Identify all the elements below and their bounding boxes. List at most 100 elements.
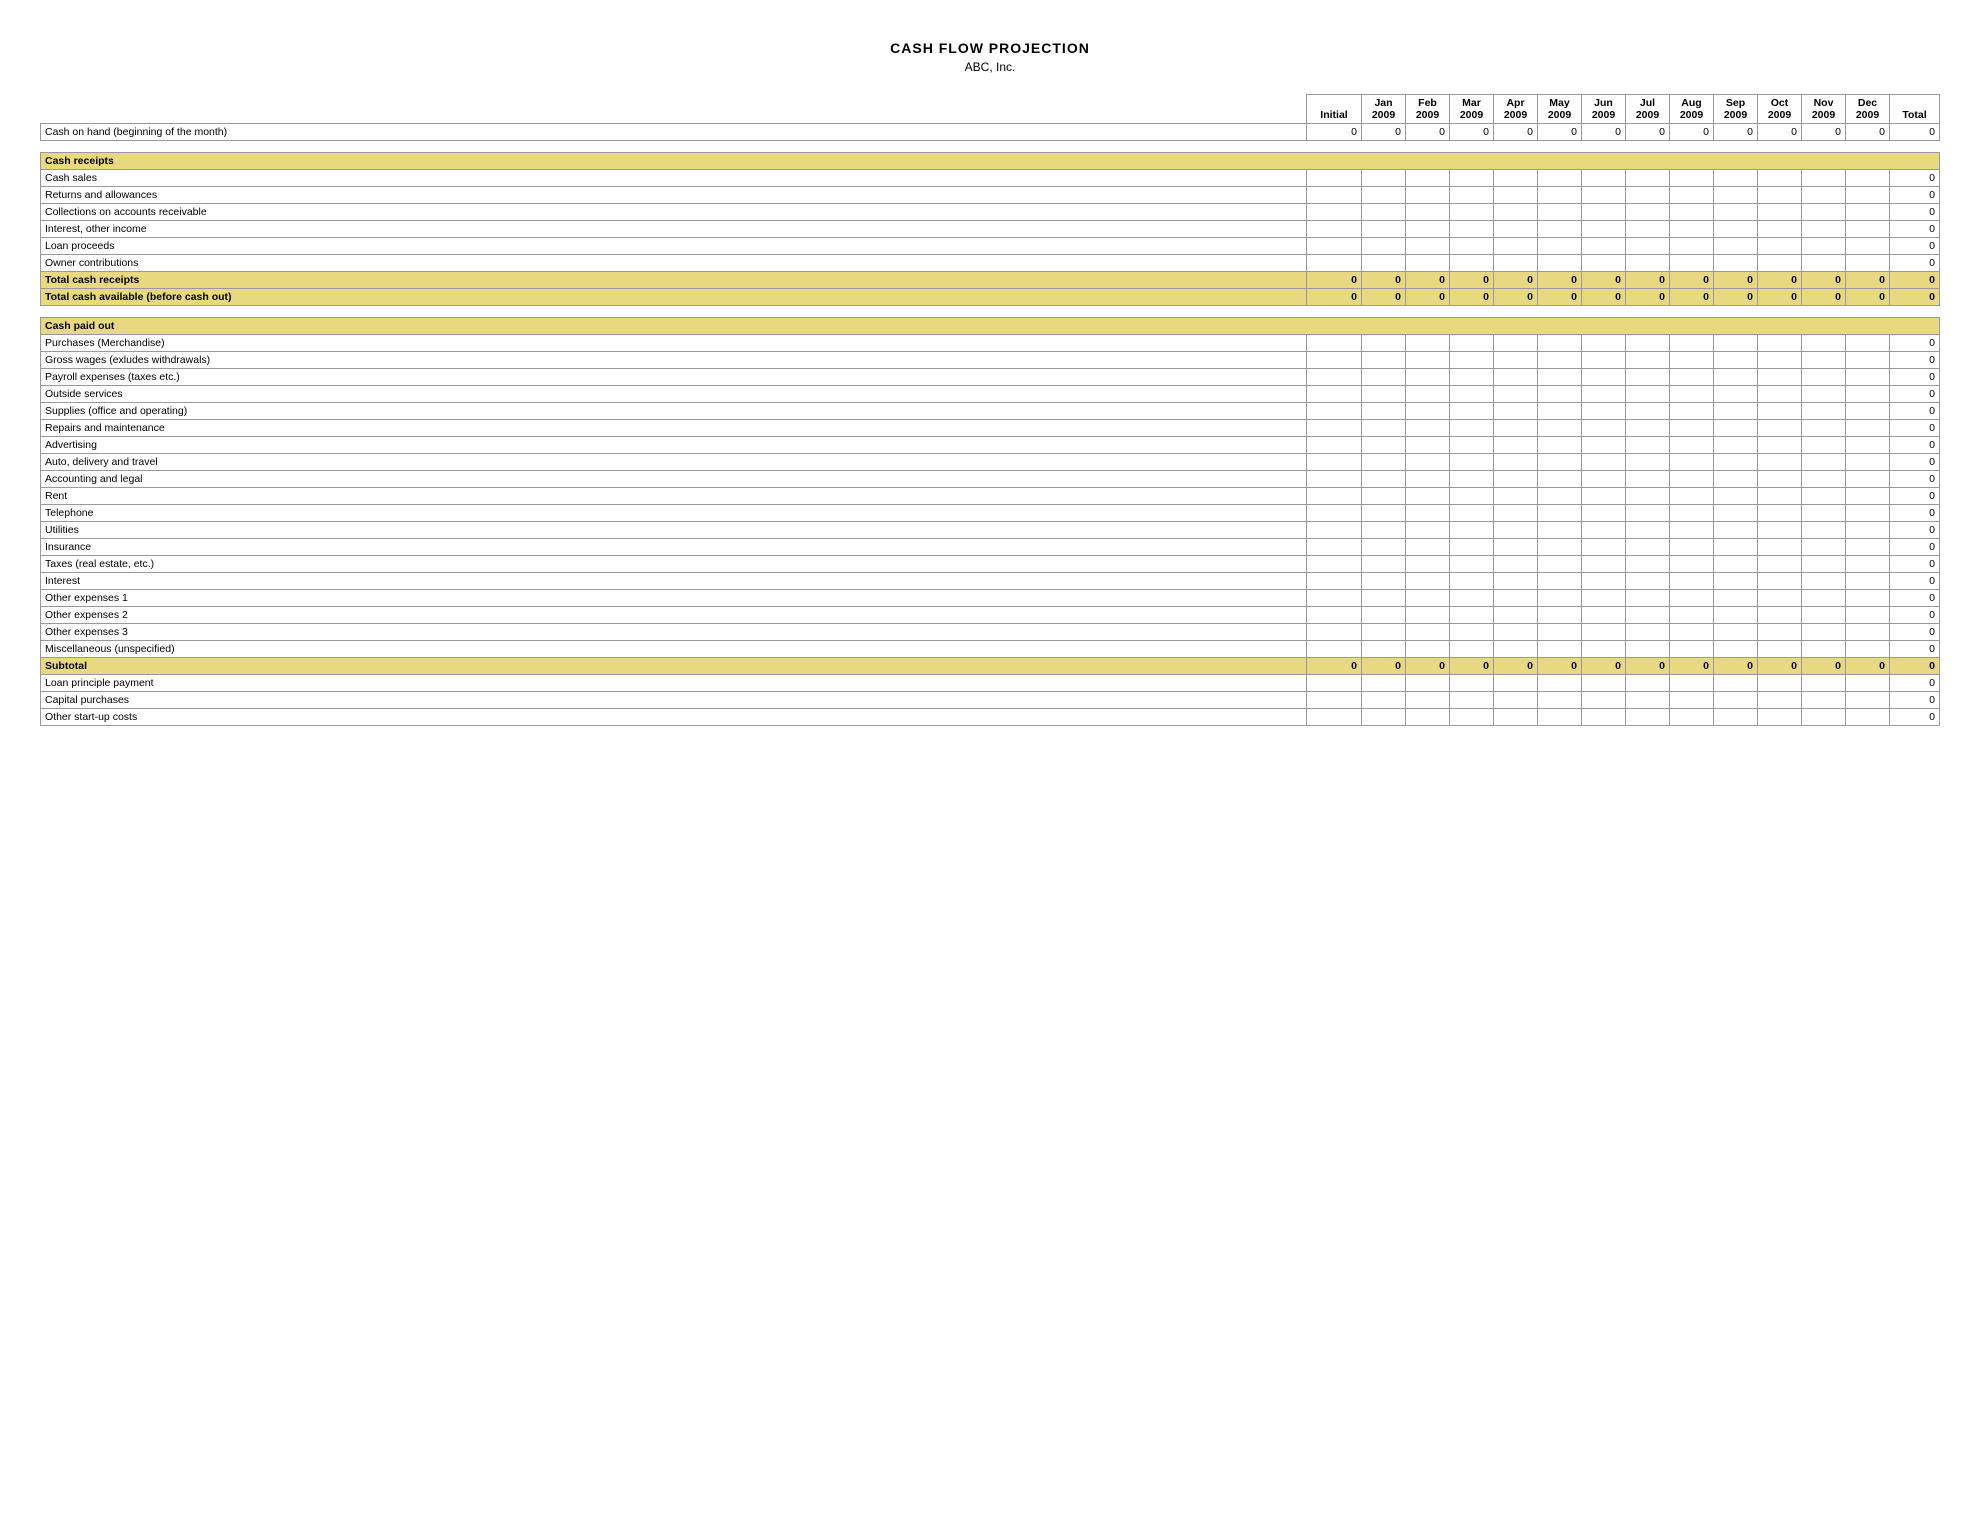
interest-total[interactable]: 0: [1890, 573, 1940, 590]
advertising-label: Advertising: [41, 437, 1307, 454]
other-exp1-label: Other expenses 1: [41, 590, 1307, 607]
total-receipts-initial[interactable]: 0: [1307, 272, 1362, 289]
misc-row: Miscellaneous (unspecified) 0: [41, 641, 1940, 658]
gross-wages-total[interactable]: 0: [1890, 352, 1940, 369]
jan-col-header: Jan2009: [1362, 95, 1406, 124]
cash-sales-label: Cash sales: [41, 170, 1307, 187]
initial-col-header: Initial: [1307, 95, 1362, 124]
gross-wages-label: Gross wages (exludes withdrawals): [41, 352, 1307, 369]
cash-sales-total[interactable]: 0: [1890, 170, 1940, 187]
cash-on-hand-may[interactable]: 0: [1538, 124, 1582, 141]
cash-receipts-section-label: Cash receipts: [41, 153, 1940, 170]
outside-services-label: Outside services: [41, 386, 1307, 403]
subtotal-label: Subtotal: [41, 658, 1307, 675]
dec-col-header: Dec2009: [1846, 95, 1890, 124]
label-col-header: [41, 95, 1307, 124]
cash-on-hand-mar[interactable]: 0: [1450, 124, 1494, 141]
insurance-total[interactable]: 0: [1890, 539, 1940, 556]
capital-purchases-total[interactable]: 0: [1890, 692, 1940, 709]
cash-on-hand-row: Cash on hand (beginning of the month) 0 …: [41, 124, 1940, 141]
utilities-total[interactable]: 0: [1890, 522, 1940, 539]
returns-total[interactable]: 0: [1890, 187, 1940, 204]
aug-col-header: Aug2009: [1670, 95, 1714, 124]
misc-total[interactable]: 0: [1890, 641, 1940, 658]
utilities-row: Utilities 0: [41, 522, 1940, 539]
cash-on-hand-sep[interactable]: 0: [1714, 124, 1758, 141]
cash-on-hand-jan[interactable]: 0: [1362, 124, 1406, 141]
other-exp3-total[interactable]: 0: [1890, 624, 1940, 641]
payroll-total[interactable]: 0: [1890, 369, 1940, 386]
auto-label: Auto, delivery and travel: [41, 454, 1307, 471]
cash-sales-initial[interactable]: [1307, 170, 1362, 187]
subtotal-initial[interactable]: 0: [1307, 658, 1362, 675]
jul-col-header: Jul2009: [1626, 95, 1670, 124]
collections-total[interactable]: 0: [1890, 204, 1940, 221]
cash-on-hand-jul[interactable]: 0: [1626, 124, 1670, 141]
mar-col-header: Mar2009: [1450, 95, 1494, 124]
cash-paid-out-header-row: Cash paid out: [41, 318, 1940, 335]
repairs-label: Repairs and maintenance: [41, 420, 1307, 437]
total-cash-receipts-row: Total cash receipts 0 000 000 000 000 0: [41, 272, 1940, 289]
supplies-total[interactable]: 0: [1890, 403, 1940, 420]
supplies-row: Supplies (office and operating) 0: [41, 403, 1940, 420]
cash-on-hand-label: Cash on hand (beginning of the month): [41, 124, 1307, 141]
startup-costs-row: Other start-up costs 0: [41, 709, 1940, 726]
payroll-label: Payroll expenses (taxes etc.): [41, 369, 1307, 386]
total-receipts-total[interactable]: 0: [1890, 272, 1940, 289]
owner-contributions-row: Owner contributions 0: [41, 255, 1940, 272]
purchases-total[interactable]: 0: [1890, 335, 1940, 352]
loan-principle-label: Loan principle payment: [41, 675, 1307, 692]
outside-services-total[interactable]: 0: [1890, 386, 1940, 403]
rent-total[interactable]: 0: [1890, 488, 1940, 505]
total-available-total[interactable]: 0: [1890, 289, 1940, 306]
capital-purchases-label: Capital purchases: [41, 692, 1307, 709]
cash-on-hand-nov[interactable]: 0: [1802, 124, 1846, 141]
auto-total[interactable]: 0: [1890, 454, 1940, 471]
collections-label: Collections on accounts receivable: [41, 204, 1307, 221]
outside-services-row: Outside services 0: [41, 386, 1940, 403]
owner-contributions-total[interactable]: 0: [1890, 255, 1940, 272]
page-subtitle: ABC, Inc.: [40, 60, 1940, 74]
cash-on-hand-apr[interactable]: 0: [1494, 124, 1538, 141]
accounting-total[interactable]: 0: [1890, 471, 1940, 488]
cash-on-hand-total[interactable]: 0: [1890, 124, 1940, 141]
owner-contributions-label: Owner contributions: [41, 255, 1307, 272]
cash-on-hand-initial[interactable]: 0: [1307, 124, 1362, 141]
repairs-row: Repairs and maintenance 0: [41, 420, 1940, 437]
cash-on-hand-aug[interactable]: 0: [1670, 124, 1714, 141]
total-available-label: Total cash available (before cash out): [41, 289, 1307, 306]
cash-sales-row: Cash sales 0: [41, 170, 1940, 187]
telephone-row: Telephone 0: [41, 505, 1940, 522]
other-exp3-row: Other expenses 3 0: [41, 624, 1940, 641]
apr-col-header: Apr2009: [1494, 95, 1538, 124]
subtotal-total[interactable]: 0: [1890, 658, 1940, 675]
returns-label: Returns and allowances: [41, 187, 1307, 204]
total-available-initial[interactable]: 0: [1307, 289, 1362, 306]
repairs-total[interactable]: 0: [1890, 420, 1940, 437]
accounting-row: Accounting and legal 0: [41, 471, 1940, 488]
gross-wages-row: Gross wages (exludes withdrawals) 0: [41, 352, 1940, 369]
jun-col-header: Jun2009: [1582, 95, 1626, 124]
auto-row: Auto, delivery and travel 0: [41, 454, 1940, 471]
telephone-total[interactable]: 0: [1890, 505, 1940, 522]
cash-on-hand-feb[interactable]: 0: [1406, 124, 1450, 141]
interest-income-total[interactable]: 0: [1890, 221, 1940, 238]
column-header-row: Initial Jan2009 Feb2009 Mar2009 Apr2009 …: [41, 95, 1940, 124]
payroll-row: Payroll expenses (taxes etc.) 0: [41, 369, 1940, 386]
startup-costs-total[interactable]: 0: [1890, 709, 1940, 726]
cash-on-hand-dec[interactable]: 0: [1846, 124, 1890, 141]
sep-col-header: Sep2009: [1714, 95, 1758, 124]
cash-on-hand-oct[interactable]: 0: [1758, 124, 1802, 141]
capital-purchases-row: Capital purchases 0: [41, 692, 1940, 709]
loan-principle-total[interactable]: 0: [1890, 675, 1940, 692]
insurance-label: Insurance: [41, 539, 1307, 556]
interest-row: Interest 0: [41, 573, 1940, 590]
other-exp1-total[interactable]: 0: [1890, 590, 1940, 607]
cash-on-hand-jun[interactable]: 0: [1582, 124, 1626, 141]
may-col-header: May2009: [1538, 95, 1582, 124]
advertising-row: Advertising 0: [41, 437, 1940, 454]
advertising-total[interactable]: 0: [1890, 437, 1940, 454]
taxes-total[interactable]: 0: [1890, 556, 1940, 573]
other-exp2-total[interactable]: 0: [1890, 607, 1940, 624]
loan-proceeds-total[interactable]: 0: [1890, 238, 1940, 255]
